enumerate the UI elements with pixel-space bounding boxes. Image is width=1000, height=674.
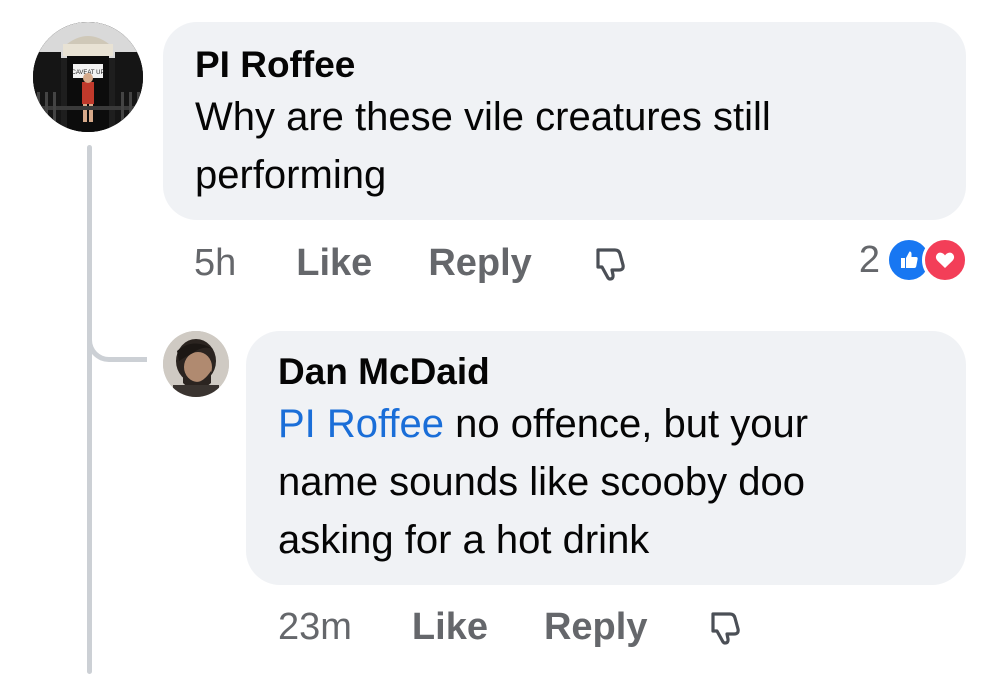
reaction-count: 2	[858, 238, 880, 281]
comment-text-line-1: Why are these vile creatures still	[195, 95, 771, 139]
dislike-icon[interactable]	[703, 607, 743, 647]
reply-text: PI Roffee no offence, but your name soun…	[278, 395, 934, 569]
love-icon	[922, 237, 968, 283]
mention-link[interactable]: PI Roffee	[278, 402, 444, 446]
reply-button[interactable]: Reply	[428, 242, 531, 285]
reply-text-line-3: asking for a hot drink	[278, 518, 650, 562]
comment-actions-reply: 23m Like Reply	[278, 602, 743, 652]
comment-actions-main: 5h Like Reply	[194, 238, 628, 288]
avatar-photo	[163, 331, 229, 397]
comment-text: Why are these vile creatures still perfo…	[195, 88, 934, 204]
reactions-summary[interactable]: 2	[859, 236, 968, 284]
reply-like-button[interactable]: Like	[412, 606, 488, 649]
comment-bubble-main: PI Roffee Why are these vile creatures s…	[163, 22, 966, 220]
avatar-photo: CAVEAT UP	[33, 22, 143, 132]
reply-connector-curve	[87, 300, 147, 362]
comment-timestamp[interactable]: 5h	[194, 242, 236, 285]
comment-bubble-reply: Dan McDaid PI Roffee no offence, but you…	[246, 331, 966, 585]
comment-author[interactable]: PI Roffee	[195, 42, 934, 88]
reply-author[interactable]: Dan McDaid	[278, 349, 934, 395]
thread-connector-line	[87, 145, 92, 674]
comment-text-line-2: performing	[195, 153, 387, 197]
reply-text-line-2: name sounds like scooby doo	[278, 460, 805, 504]
dislike-icon[interactable]	[588, 243, 628, 283]
reply-text-line-1: no offence, but your	[444, 402, 809, 446]
avatar-pi-roffee[interactable]: CAVEAT UP	[33, 22, 143, 132]
reply-timestamp[interactable]: 23m	[278, 606, 352, 649]
like-button[interactable]: Like	[296, 242, 372, 285]
avatar-dan-mcdaid[interactable]	[163, 331, 229, 397]
reply-reply-button[interactable]: Reply	[544, 606, 647, 649]
